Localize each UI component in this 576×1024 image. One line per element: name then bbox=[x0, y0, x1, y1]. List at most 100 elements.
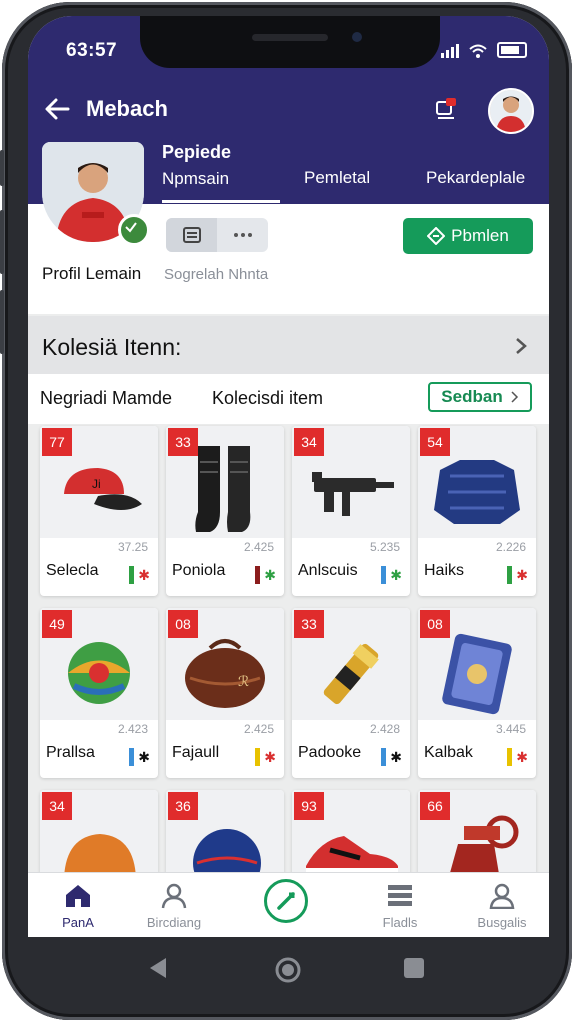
home-icon bbox=[66, 885, 90, 907]
notification-icon[interactable] bbox=[432, 96, 460, 124]
item-marks: ✱ bbox=[129, 748, 150, 766]
filter-middle[interactable]: Kolecisdi item bbox=[212, 388, 323, 409]
verified-badge-icon bbox=[118, 214, 150, 246]
filter-button-label: Sedban bbox=[441, 387, 503, 406]
cap-icon: Ji bbox=[64, 468, 142, 510]
signal-icon bbox=[441, 44, 459, 58]
side-button bbox=[0, 210, 4, 274]
back-arrow-icon[interactable] bbox=[42, 94, 72, 124]
item-marks: ✱ bbox=[381, 566, 402, 584]
system-back-icon[interactable] bbox=[146, 956, 170, 980]
item-price: 2.423 bbox=[117, 722, 148, 736]
list-icon bbox=[388, 885, 412, 906]
item-card[interactable]: 49 2.423 Prallsa ✱ bbox=[40, 608, 158, 778]
tab-second[interactable]: Pemletal bbox=[304, 168, 370, 188]
item-name: Prallsa bbox=[46, 744, 95, 761]
item-marks: ✱ bbox=[507, 748, 528, 766]
account-icon bbox=[489, 883, 515, 909]
chevron-right-icon[interactable] bbox=[514, 336, 528, 356]
item-marks: ✱ bbox=[255, 748, 276, 766]
svg-text:ℛ: ℛ bbox=[238, 673, 249, 689]
item-card[interactable]: 33 2.428 Padooke ✱ bbox=[292, 608, 410, 778]
nav-home-label: PanA bbox=[62, 915, 94, 930]
profile-subtitle: Sogrelah Nhnta bbox=[164, 266, 269, 283]
item-marks: ✱ bbox=[255, 566, 276, 584]
nav-account[interactable]: Busgalis bbox=[452, 873, 552, 937]
item-price: 3.445 bbox=[495, 722, 526, 736]
user-icon bbox=[161, 883, 187, 909]
item-marks: ✱ bbox=[507, 566, 528, 584]
nav-home[interactable]: PanA bbox=[28, 873, 128, 937]
armor-icon bbox=[434, 460, 520, 524]
item-name: Haiks bbox=[424, 562, 465, 579]
gun-icon bbox=[312, 472, 394, 516]
page-title: Mebach bbox=[86, 96, 168, 121]
item-price: 2.226 bbox=[495, 540, 526, 554]
item-name: Selecla bbox=[46, 562, 99, 579]
item-name: Padooke bbox=[298, 744, 362, 761]
item-name: Fajaull bbox=[172, 744, 220, 761]
battery-icon bbox=[497, 42, 527, 58]
list-view-button[interactable] bbox=[166, 218, 217, 252]
tube-icon bbox=[323, 643, 379, 705]
item-card[interactable]: 08 ℛ 2.425 Fajaull ✱ bbox=[166, 608, 284, 778]
avatar[interactable] bbox=[488, 88, 534, 134]
notch bbox=[140, 16, 440, 68]
system-recents-icon[interactable] bbox=[402, 956, 426, 980]
nav-profile[interactable]: Bircdiang bbox=[124, 873, 224, 937]
center-action-button[interactable] bbox=[264, 879, 308, 923]
nav-account-label: Busgalis bbox=[477, 915, 527, 930]
boots-icon bbox=[195, 446, 251, 532]
wifi-icon bbox=[469, 44, 487, 58]
more-icon bbox=[233, 233, 252, 237]
diamond-icon bbox=[427, 227, 446, 245]
svg-text:Ji: Ji bbox=[92, 477, 101, 491]
tablet-icon bbox=[442, 633, 512, 715]
nav-list-label: Fladls bbox=[382, 915, 418, 930]
item-badge: 93 bbox=[294, 792, 324, 820]
item-card[interactable]: 34 5.235 Anlscuis ✱ bbox=[292, 426, 410, 596]
status-time: 63:57 bbox=[66, 40, 118, 61]
item-price: 37.25 bbox=[117, 540, 148, 554]
system-nav-bar bbox=[28, 936, 549, 996]
item-price: 2.425 bbox=[243, 540, 274, 554]
item-price: 2.428 bbox=[369, 722, 400, 736]
item-badge: 77 bbox=[42, 428, 72, 456]
item-name: Anlscuis bbox=[298, 562, 358, 579]
system-home-icon[interactable] bbox=[274, 956, 302, 984]
chevron-right-icon bbox=[511, 391, 518, 403]
item-badge: 34 bbox=[42, 792, 72, 820]
bag-icon: ℛ bbox=[185, 639, 265, 708]
item-badge: 49 bbox=[42, 610, 72, 638]
item-marks: ✱ bbox=[129, 566, 150, 584]
item-name: Kalbak bbox=[424, 744, 473, 761]
item-card[interactable]: 77 Ji 37.25 Selecla ✱ bbox=[40, 426, 158, 596]
item-marks: ✱ bbox=[381, 748, 402, 766]
item-price: 2.425 bbox=[243, 722, 274, 736]
item-badge: 54 bbox=[420, 428, 450, 456]
tab-profile-sub: Npmsain bbox=[162, 169, 230, 188]
side-button bbox=[0, 150, 4, 186]
status-bar: 63:57 bbox=[28, 16, 549, 74]
action-button-label: Pbmlen bbox=[451, 226, 509, 245]
item-price: 5.235 bbox=[369, 540, 400, 554]
tab-indicator bbox=[162, 200, 280, 203]
tab-profile-title: Pepiede bbox=[162, 142, 232, 162]
item-badge: 36 bbox=[168, 792, 198, 820]
ball-icon bbox=[68, 642, 130, 704]
tab-third[interactable]: Pekardeplale bbox=[426, 168, 525, 188]
more-options-button[interactable] bbox=[217, 218, 268, 252]
action-button[interactable]: Pbmlen bbox=[403, 218, 533, 254]
side-button bbox=[0, 290, 4, 354]
item-card[interactable]: 54 2.226 Haiks ✱ bbox=[418, 426, 536, 596]
nav-list[interactable]: Fladls bbox=[350, 873, 450, 937]
filter-left[interactable]: Negriadi Mamde bbox=[40, 388, 172, 409]
item-card[interactable]: 33 2.425 Poniola ✱ bbox=[166, 426, 284, 596]
status-icons bbox=[441, 42, 527, 58]
item-name: Poniola bbox=[172, 562, 226, 579]
item-card[interactable]: 08 3.445 Kalbak ✱ bbox=[418, 608, 536, 778]
view-toggle bbox=[166, 218, 268, 252]
pen-icon bbox=[277, 892, 295, 910]
tab-profile[interactable]: Pepiede Npmsain bbox=[162, 142, 231, 189]
filter-button[interactable]: Sedban bbox=[428, 382, 532, 412]
